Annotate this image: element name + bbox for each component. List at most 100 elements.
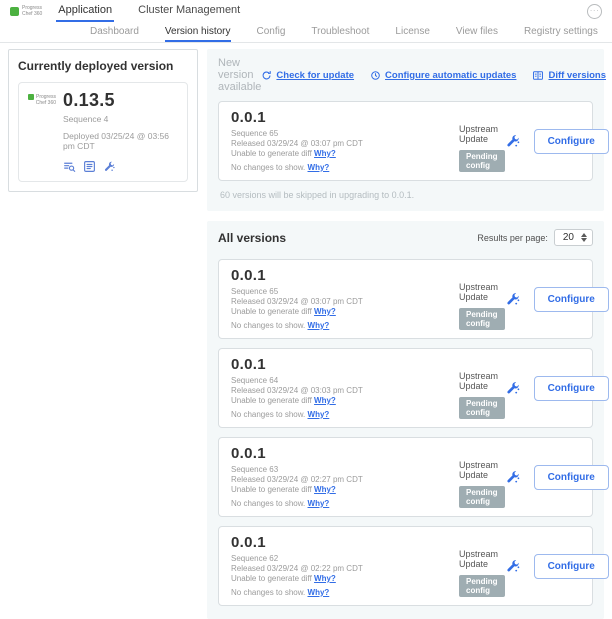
content-area: Currently deployed version Progress Chef…: [0, 43, 612, 619]
new-version-card: 0.0.1 Sequence 65 Released 03/29/24 @ 03…: [218, 101, 593, 181]
diff-status: Unable to generate diff Why?: [231, 307, 459, 317]
tab-troubleshoot[interactable]: Troubleshoot: [311, 22, 369, 42]
why-link[interactable]: Why?: [314, 149, 336, 158]
version-sequence: Sequence 64: [231, 376, 459, 386]
version-released: Released 03/29/24 @ 03:07 pm CDT: [231, 297, 459, 307]
upstream-update-label: Upstream Update: [459, 124, 505, 144]
preflight-wrench-icon[interactable]: [505, 469, 521, 485]
preflight-wrench-icon[interactable]: [505, 133, 521, 149]
configure-button[interactable]: Configure: [534, 465, 609, 490]
tab-config[interactable]: Config: [257, 22, 286, 42]
why-link[interactable]: Why?: [308, 321, 330, 330]
tab-view-files[interactable]: View files: [456, 22, 498, 42]
diff-versions-link[interactable]: Diff versions: [532, 70, 606, 81]
all-versions-title: All versions: [218, 231, 286, 245]
app-brand: Progress Chef 360: [28, 91, 56, 173]
preflight-wrench-icon[interactable]: [103, 160, 116, 173]
new-version-panel: New version available Check for update C…: [207, 49, 604, 211]
currently-deployed-title: Currently deployed version: [18, 59, 188, 73]
changes-status: No changes to show. Why?: [231, 163, 459, 172]
version-number: 0.0.1: [231, 109, 459, 127]
version-number: 0.0.1: [231, 445, 459, 463]
primary-nav: Progress Chef 360 Application Cluster Ma…: [0, 0, 612, 22]
configure-button[interactable]: Configure: [534, 376, 609, 401]
schedule-icon: [370, 70, 381, 81]
deployed-version-number: 0.13.5: [63, 91, 178, 110]
version-sequence: Sequence 63: [231, 465, 459, 475]
why-link[interactable]: Why?: [308, 410, 330, 419]
why-link[interactable]: Why?: [308, 588, 330, 597]
view-diff-icon[interactable]: [63, 160, 76, 173]
version-row: 0.0.1 Sequence 64 Released 03/29/24 @ 03…: [218, 348, 593, 428]
diff-status: Unable to generate diff Why?: [231, 396, 459, 406]
version-sequence: Sequence 65: [231, 287, 459, 297]
deployed-version-card: Progress Chef 360 0.13.5 Sequence 4 Depl…: [18, 82, 188, 182]
version-number: 0.0.1: [231, 356, 459, 374]
pending-config-badge: Pending config: [459, 575, 505, 597]
configure-automatic-updates-link[interactable]: Configure automatic updates: [370, 70, 516, 81]
version-released: Released 03/29/24 @ 02:22 pm CDT: [231, 564, 459, 574]
skip-notice: 60 versions will be skipped in upgrading…: [218, 181, 593, 203]
configure-button[interactable]: Configure: [534, 129, 609, 154]
refresh-icon: [261, 70, 272, 81]
tab-application[interactable]: Application: [56, 0, 114, 22]
primary-tabs: Application Cluster Management: [56, 0, 242, 22]
tab-dashboard[interactable]: Dashboard: [90, 22, 139, 42]
results-per-page-select[interactable]: 20: [554, 229, 593, 246]
stepper-arrows-icon: [581, 233, 587, 242]
version-released: Released 03/29/24 @ 03:07 pm CDT: [231, 139, 459, 149]
upstream-update-label: Upstream Update: [459, 282, 505, 302]
secondary-nav: Dashboard Version history Config Trouble…: [0, 22, 612, 43]
tab-license[interactable]: License: [395, 22, 429, 42]
app-logo: Progress Chef 360: [10, 0, 42, 22]
changes-status: No changes to show. Why?: [231, 321, 459, 330]
why-link[interactable]: Why?: [314, 485, 336, 494]
all-versions-panel: All versions Results per page: 20 0.0.1 …: [207, 221, 604, 619]
diff-icon: [532, 70, 544, 81]
version-sequence: Sequence 65: [231, 129, 459, 139]
currently-deployed-panel: Currently deployed version Progress Chef…: [8, 49, 198, 192]
admin-console-page: Progress Chef 360 Application Cluster Ma…: [0, 0, 612, 507]
deployed-timestamp: Deployed 03/25/24 @ 03:56 pm CDT: [63, 131, 178, 151]
changes-status: No changes to show. Why?: [231, 588, 459, 597]
diff-status: Unable to generate diff Why?: [231, 485, 459, 495]
why-link[interactable]: Why?: [314, 307, 336, 316]
version-number: 0.0.1: [231, 267, 459, 285]
version-row: 0.0.1 Sequence 62 Released 03/29/24 @ 02…: [218, 526, 593, 606]
pending-config-badge: Pending config: [459, 486, 505, 508]
tab-version-history[interactable]: Version history: [165, 22, 231, 42]
circle-ellipsis-icon[interactable]: ···: [587, 4, 602, 19]
version-released: Released 03/29/24 @ 03:03 pm CDT: [231, 386, 459, 396]
results-per-page-label: Results per page:: [477, 233, 548, 243]
preflight-wrench-icon[interactable]: [505, 291, 521, 307]
diff-status: Unable to generate diff Why?: [231, 574, 459, 584]
new-version-header: New version available: [218, 57, 261, 93]
edit-config-icon[interactable]: [83, 160, 96, 173]
configure-button[interactable]: Configure: [534, 554, 609, 579]
configure-button[interactable]: Configure: [534, 287, 609, 312]
preflight-wrench-icon[interactable]: [505, 380, 521, 396]
version-history-main: New version available Check for update C…: [207, 49, 604, 619]
brand-icon: [28, 94, 34, 100]
upstream-update-label: Upstream Update: [459, 460, 505, 480]
version-released: Released 03/29/24 @ 02:27 pm CDT: [231, 475, 459, 485]
upstream-update-label: Upstream Update: [459, 371, 505, 391]
pending-config-badge: Pending config: [459, 308, 505, 330]
version-actions: Check for update Configure automatic upd…: [261, 70, 606, 81]
deployed-sequence: Sequence 4: [63, 114, 178, 124]
tab-registry-settings[interactable]: Registry settings: [524, 22, 598, 42]
preflight-wrench-icon[interactable]: [505, 558, 521, 574]
version-row: 0.0.1 Sequence 63 Released 03/29/24 @ 02…: [218, 437, 593, 517]
logo-text: Progress Chef 360: [22, 5, 42, 17]
why-link[interactable]: Why?: [314, 396, 336, 405]
tab-cluster-management[interactable]: Cluster Management: [136, 0, 242, 22]
pending-config-badge: Pending config: [459, 150, 505, 172]
logo-icon: [10, 7, 19, 16]
results-per-page: Results per page: 20: [477, 229, 593, 246]
pending-config-badge: Pending config: [459, 397, 505, 419]
why-link[interactable]: Why?: [314, 574, 336, 583]
version-sequence: Sequence 62: [231, 554, 459, 564]
check-for-update-link[interactable]: Check for update: [261, 70, 354, 81]
why-link[interactable]: Why?: [308, 163, 330, 172]
version-row: 0.0.1 Sequence 65 Released 03/29/24 @ 03…: [218, 259, 593, 339]
